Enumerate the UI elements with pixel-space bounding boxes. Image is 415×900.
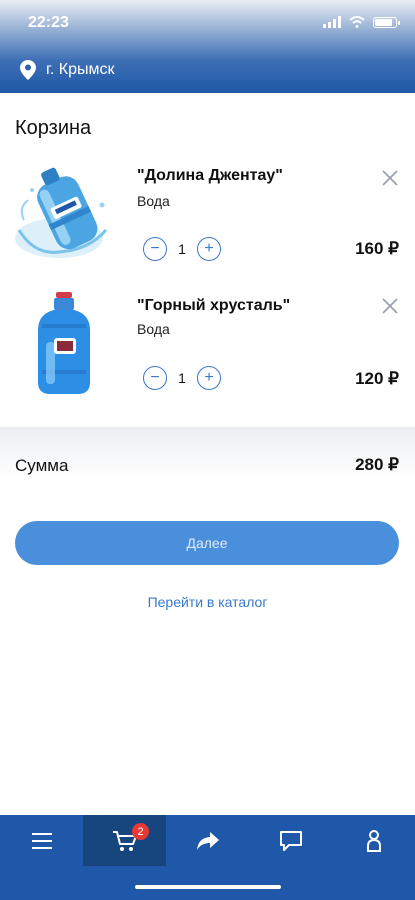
location-pin-icon — [20, 60, 36, 80]
wifi-icon — [349, 16, 365, 28]
decrease-button[interactable]: − — [143, 237, 167, 261]
item-name: "Горный хрусталь" — [137, 297, 291, 314]
tab-cart[interactable]: 2 — [83, 815, 166, 866]
quantity-stepper: − 1 + — [143, 366, 221, 390]
catalog-link[interactable]: Перейти в каталог — [0, 594, 415, 610]
cart-badge: 2 — [132, 823, 149, 840]
share-icon — [196, 831, 219, 850]
menu-icon — [31, 832, 52, 849]
remove-item-icon[interactable] — [379, 167, 401, 189]
home-indicator — [135, 885, 281, 889]
cart-item: "Долина Джентау" Вода − 1 + 160 ₽ — [0, 155, 415, 275]
quantity-value: 1 — [178, 370, 186, 386]
profile-icon — [366, 829, 381, 852]
status-time: 22:23 — [28, 14, 69, 31]
summary-label: Сумма — [15, 456, 69, 475]
increase-button[interactable]: + — [197, 366, 221, 390]
tab-chat[interactable] — [249, 815, 332, 866]
signal-icon — [323, 16, 341, 28]
item-category: Вода — [137, 321, 170, 337]
tab-menu[interactable] — [0, 815, 83, 866]
cart-item: "Горный хрусталь" Вода − 1 + 120 ₽ — [0, 285, 415, 405]
chat-icon — [279, 830, 302, 851]
location-selector[interactable]: г. Крымск — [20, 60, 115, 80]
tab-profile[interactable] — [332, 815, 415, 866]
tab-share[interactable] — [166, 815, 249, 866]
page-title: Корзина — [15, 117, 92, 139]
product-image — [15, 167, 108, 258]
item-name: "Долина Джентау" — [137, 167, 283, 184]
battery-icon — [373, 16, 400, 28]
decrease-button[interactable]: − — [143, 366, 167, 390]
app-header: 22:23 г. Крымск — [0, 0, 415, 93]
item-price: 120 ₽ — [355, 369, 399, 388]
location-label: г. Крымск — [46, 61, 115, 78]
remove-item-icon[interactable] — [379, 295, 401, 317]
quantity-stepper: − 1 + — [143, 237, 221, 261]
item-category: Вода — [137, 193, 170, 209]
status-icons — [323, 16, 400, 28]
product-image — [38, 292, 90, 394]
quantity-value: 1 — [178, 241, 186, 257]
increase-button[interactable]: + — [197, 237, 221, 261]
next-button[interactable]: Далее — [15, 521, 399, 565]
summary-total: 280 ₽ — [355, 455, 399, 474]
item-price: 160 ₽ — [355, 239, 399, 258]
